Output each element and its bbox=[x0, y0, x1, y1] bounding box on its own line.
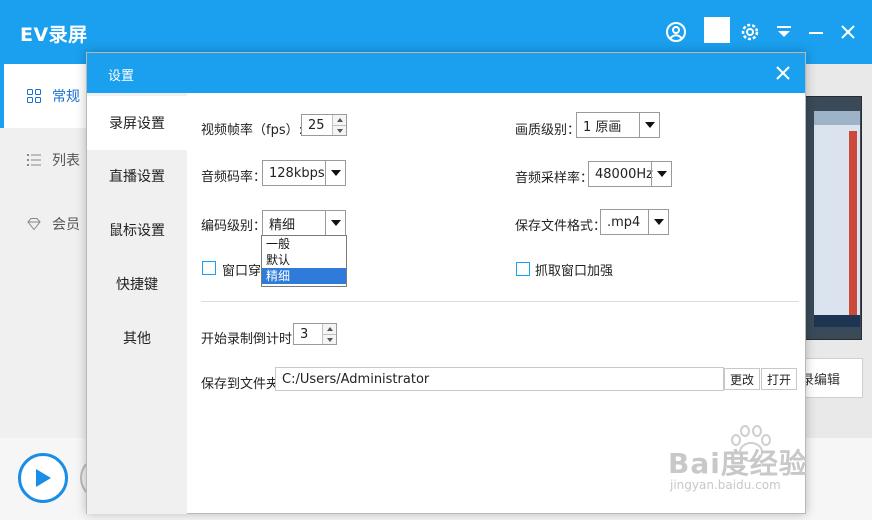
countdown-down-arrow[interactable] bbox=[323, 334, 336, 344]
grid-icon bbox=[26, 88, 42, 104]
settings-nav: 录屏设置 直播设置 鼠标设置 快捷键 其他 bbox=[87, 93, 187, 514]
tab-live-settings[interactable]: 直播设置 bbox=[87, 149, 187, 203]
sidebar-item-label: 列表 bbox=[52, 153, 80, 169]
tab-other[interactable]: 其他 bbox=[87, 311, 187, 365]
audio-bitrate-value: 128kbps bbox=[269, 165, 325, 181]
save-folder-label: 保存到文件夹: bbox=[201, 377, 284, 392]
diamond-icon bbox=[26, 216, 42, 232]
countdown-stepper[interactable]: 3 bbox=[293, 323, 337, 345]
chevron-down-icon bbox=[325, 161, 345, 185]
capture-enhance-checkbox[interactable] bbox=[516, 262, 530, 276]
countdown-value: 3 bbox=[300, 326, 309, 342]
fps-label: 视频帧率（fps）: bbox=[201, 123, 303, 138]
dropdown-option-selected[interactable]: 精细 bbox=[262, 268, 346, 284]
chevron-down-icon bbox=[648, 210, 668, 234]
watermark-text: Bai度经验 bbox=[668, 447, 808, 480]
app-sidebar: 常规 列表 会员 bbox=[0, 64, 86, 438]
open-folder-button[interactable]: 打开 bbox=[761, 368, 797, 390]
screen-preview bbox=[805, 96, 862, 340]
section-divider bbox=[201, 301, 799, 302]
encode-value: 精细 bbox=[269, 217, 296, 233]
preview-screen bbox=[814, 111, 860, 327]
window-through-checkbox[interactable] bbox=[202, 261, 216, 275]
tab-mouse-settings[interactable]: 鼠标设置 bbox=[87, 203, 187, 257]
encode-select[interactable]: 精细 bbox=[262, 210, 346, 236]
chevron-down-icon bbox=[651, 162, 671, 186]
list-icon bbox=[26, 152, 42, 168]
save-folder-input[interactable]: C:/Users/Administrator bbox=[275, 367, 724, 391]
menu-dropdown-icon[interactable] bbox=[772, 20, 796, 44]
dialog-title: 设置 bbox=[108, 69, 135, 84]
quality-value: 1 原画 bbox=[583, 119, 622, 135]
sample-rate-value: 48000Hz bbox=[595, 166, 653, 182]
fps-up-arrow[interactable] bbox=[333, 115, 346, 125]
fps-value: 25 bbox=[308, 117, 325, 133]
app-title: EV录屏 bbox=[20, 24, 88, 46]
fps-stepper[interactable]: 25 bbox=[301, 114, 347, 136]
format-select[interactable]: .mp4 bbox=[600, 209, 669, 235]
baidu-watermark: Bai度经验 jingyan.baidu.com bbox=[668, 425, 838, 498]
record-play-button[interactable] bbox=[18, 453, 68, 503]
sample-rate-select[interactable]: 48000Hz bbox=[588, 161, 672, 187]
save-folder-value: C:/Users/Administrator bbox=[282, 371, 430, 387]
quality-select[interactable]: 1 原画 bbox=[576, 112, 660, 138]
gear-icon[interactable] bbox=[738, 20, 762, 44]
countdown-label: 开始录制倒计时: bbox=[201, 332, 297, 347]
format-value: .mp4 bbox=[607, 214, 641, 230]
change-folder-button[interactable]: 更改 bbox=[724, 368, 760, 390]
encode-label: 编码级别： bbox=[201, 219, 267, 234]
white-square-placeholder bbox=[704, 17, 730, 43]
sidebar-item-list[interactable]: 列表 bbox=[0, 128, 86, 192]
edit-button[interactable]: 录编辑 bbox=[805, 358, 863, 398]
format-label: 保存文件格式： bbox=[515, 219, 607, 234]
minimize-icon[interactable] bbox=[804, 20, 828, 44]
user-icon[interactable] bbox=[664, 20, 688, 44]
dialog-close-icon[interactable] bbox=[773, 63, 793, 83]
dropdown-option[interactable]: 一般 bbox=[262, 236, 346, 252]
dialog-titlebar: 设置 bbox=[87, 53, 805, 93]
encode-dropdown-list: 一般 默认 精细 bbox=[261, 235, 347, 287]
chevron-down-icon bbox=[325, 211, 345, 235]
sidebar-item-general[interactable]: 常规 bbox=[0, 64, 86, 128]
sample-rate-label: 音频采样率： bbox=[515, 171, 594, 186]
sidebar-item-label: 常规 bbox=[52, 89, 80, 105]
watermark-url: jingyan.baidu.com bbox=[670, 478, 781, 492]
tab-shortcuts[interactable]: 快捷键 bbox=[87, 257, 187, 311]
tab-record-settings[interactable]: 录屏设置 bbox=[87, 96, 187, 150]
fps-down-arrow[interactable] bbox=[333, 125, 346, 135]
audio-bitrate-select[interactable]: 128kbps bbox=[262, 160, 346, 186]
audio-bitrate-label: 音频码率： bbox=[201, 170, 267, 185]
sidebar-item-label: 会员 bbox=[52, 217, 80, 233]
countdown-up-arrow[interactable] bbox=[323, 324, 336, 334]
sidebar-item-member[interactable]: 会员 bbox=[0, 192, 86, 256]
chevron-down-icon bbox=[639, 113, 659, 137]
play-icon bbox=[36, 469, 51, 487]
quality-label: 画质级别： bbox=[515, 123, 581, 138]
dropdown-option[interactable]: 默认 bbox=[262, 252, 346, 268]
close-icon[interactable] bbox=[836, 20, 860, 44]
capture-enhance-label: 抓取窗口加强 bbox=[535, 264, 614, 279]
